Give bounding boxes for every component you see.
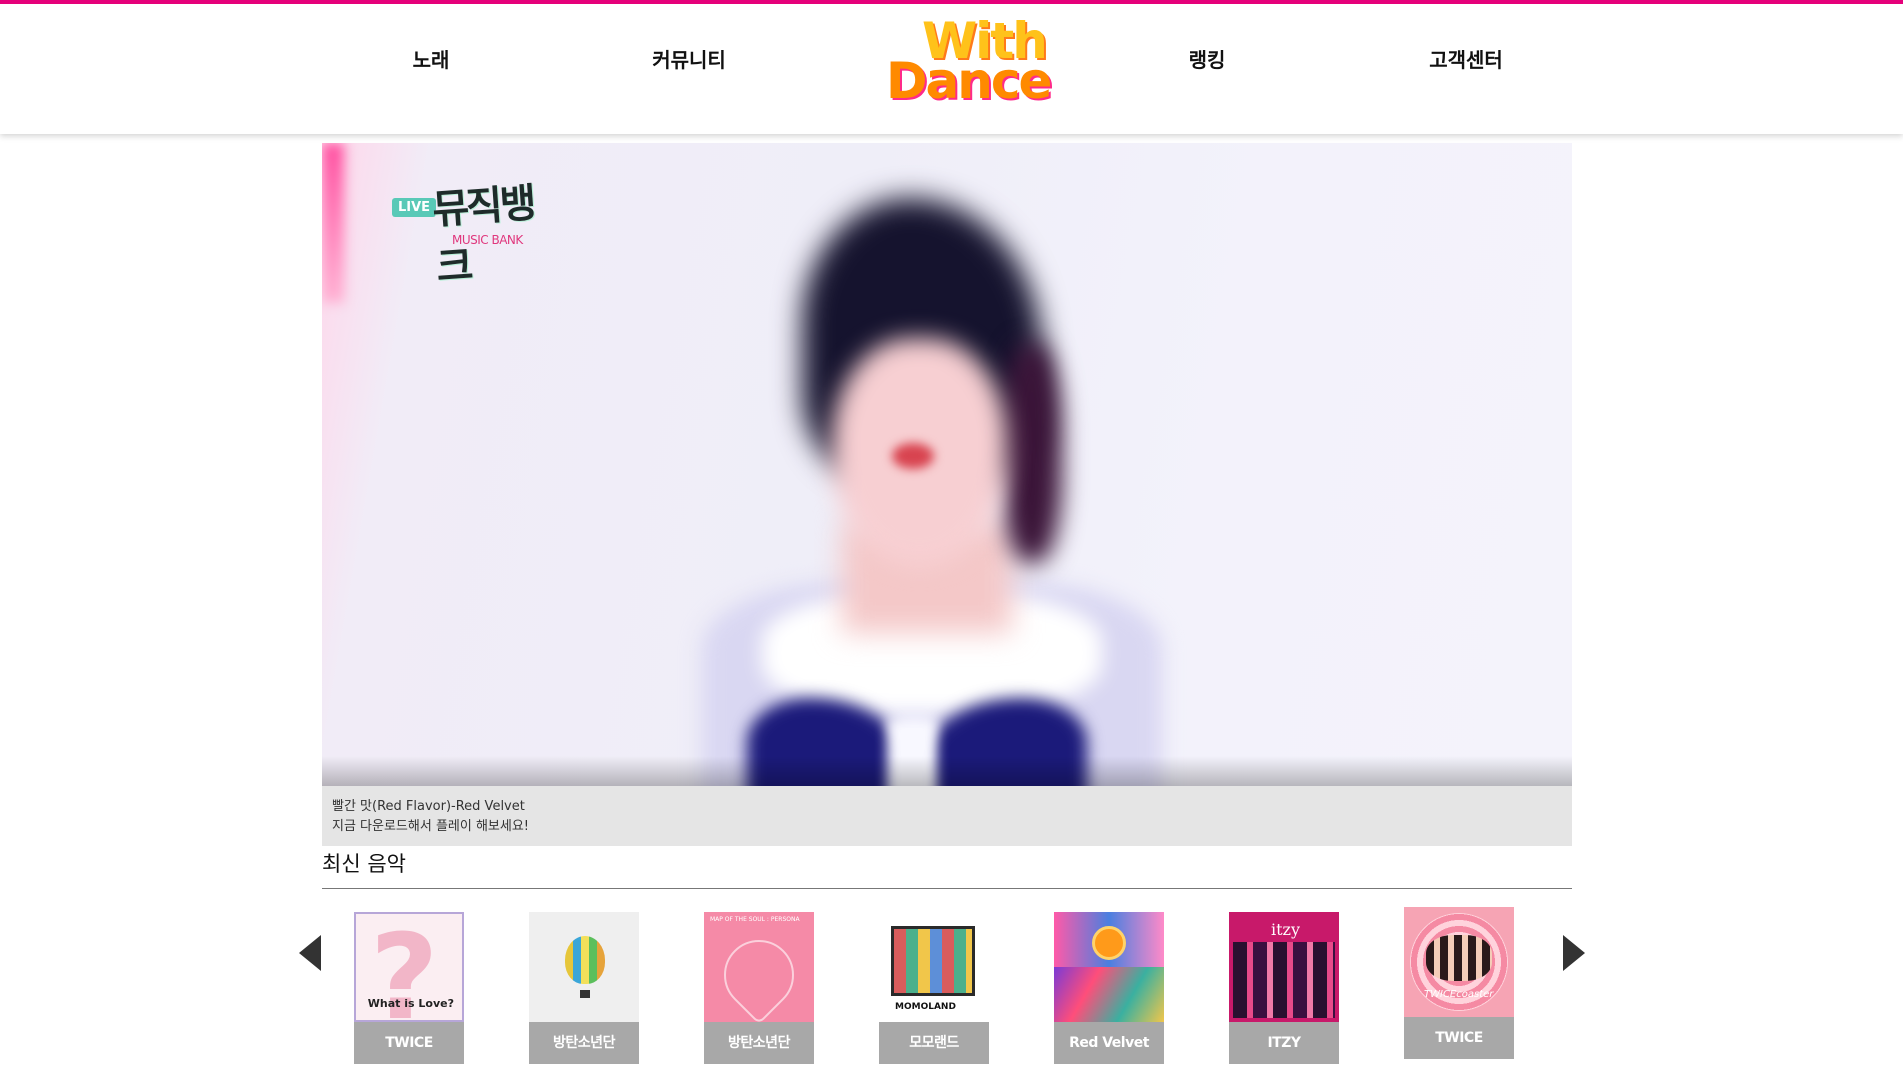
album-cover	[529, 912, 639, 1022]
music-bank-mark: 뮤직뱅크	[430, 179, 536, 292]
album-cover: ? What is Love?	[354, 912, 464, 1022]
album-card[interactable]: 방탄소년단	[529, 912, 639, 1064]
music-bank-logo: LIVE 뮤직뱅크 MUSIC BANK	[392, 173, 557, 291]
album-artist: 방탄소년단	[529, 1022, 639, 1064]
with-dance-logo[interactable]: With Dance	[886, 14, 1052, 106]
chevron-right-icon[interactable]	[1563, 935, 1585, 971]
album-card[interactable]: TWICEcoaster TWICE	[1404, 907, 1514, 1059]
album-card[interactable]: Red Velvet	[1054, 912, 1164, 1064]
music-bank-caption: MUSIC BANK	[452, 233, 523, 247]
nav-community[interactable]: 커뮤니티	[652, 44, 726, 73]
logo-dance-text: Dance	[886, 52, 1052, 110]
album-card[interactable]: MAP OF THE SOUL : PERSONA 방탄소년단	[704, 912, 814, 1064]
top-navigation-bar: 노래 커뮤니티 With Dance 랭킹 고객센터	[0, 0, 1903, 134]
album-cover	[1054, 912, 1164, 1022]
nav-songs[interactable]: 노래	[413, 44, 450, 73]
orange-slice-icon	[1092, 926, 1126, 960]
heart-icon	[709, 925, 809, 1022]
video-subtitle: 지금 다운로드해서 플레이 해보세요!	[332, 819, 530, 834]
album-artist: 방탄소년단	[704, 1022, 814, 1064]
album-cover: TWICEcoaster	[1404, 907, 1514, 1017]
album-artist: Red Velvet	[1054, 1022, 1164, 1064]
chevron-left-icon[interactable]	[299, 935, 321, 971]
live-badge: LIVE	[392, 198, 437, 217]
album-artist: 모모랜드	[879, 1022, 989, 1064]
album-cover: MAP OF THE SOUL : PERSONA	[704, 912, 814, 1022]
album-card[interactable]: itzy ITZY	[1229, 912, 1339, 1064]
nav-ranking[interactable]: 랭킹	[1189, 44, 1226, 73]
album-artist: ITZY	[1229, 1022, 1339, 1064]
video-title: 빨간 맛(Red Flavor)-Red Velvet	[332, 799, 525, 814]
video-caption: 빨간 맛(Red Flavor)-Red Velvet 지금 다운로드해서 플레…	[322, 786, 1572, 846]
section-divider	[322, 888, 1572, 889]
album-artist: TWICE	[354, 1022, 464, 1064]
album-artist: TWICE	[1404, 1017, 1514, 1059]
balloon-icon	[565, 936, 605, 984]
latest-music-title: 최신 음악	[322, 852, 406, 876]
album-cover: MOMOLAND	[879, 912, 989, 1022]
album-card[interactable]: MOMOLAND 모모랜드	[879, 912, 989, 1064]
featured-video[interactable]: LIVE 뮤직뱅크 MUSIC BANK	[322, 143, 1572, 786]
nav-customer-center[interactable]: 고객센터	[1429, 44, 1503, 73]
album-cover: itzy	[1229, 912, 1339, 1022]
album-card[interactable]: ? What is Love? TWICE	[354, 912, 464, 1064]
